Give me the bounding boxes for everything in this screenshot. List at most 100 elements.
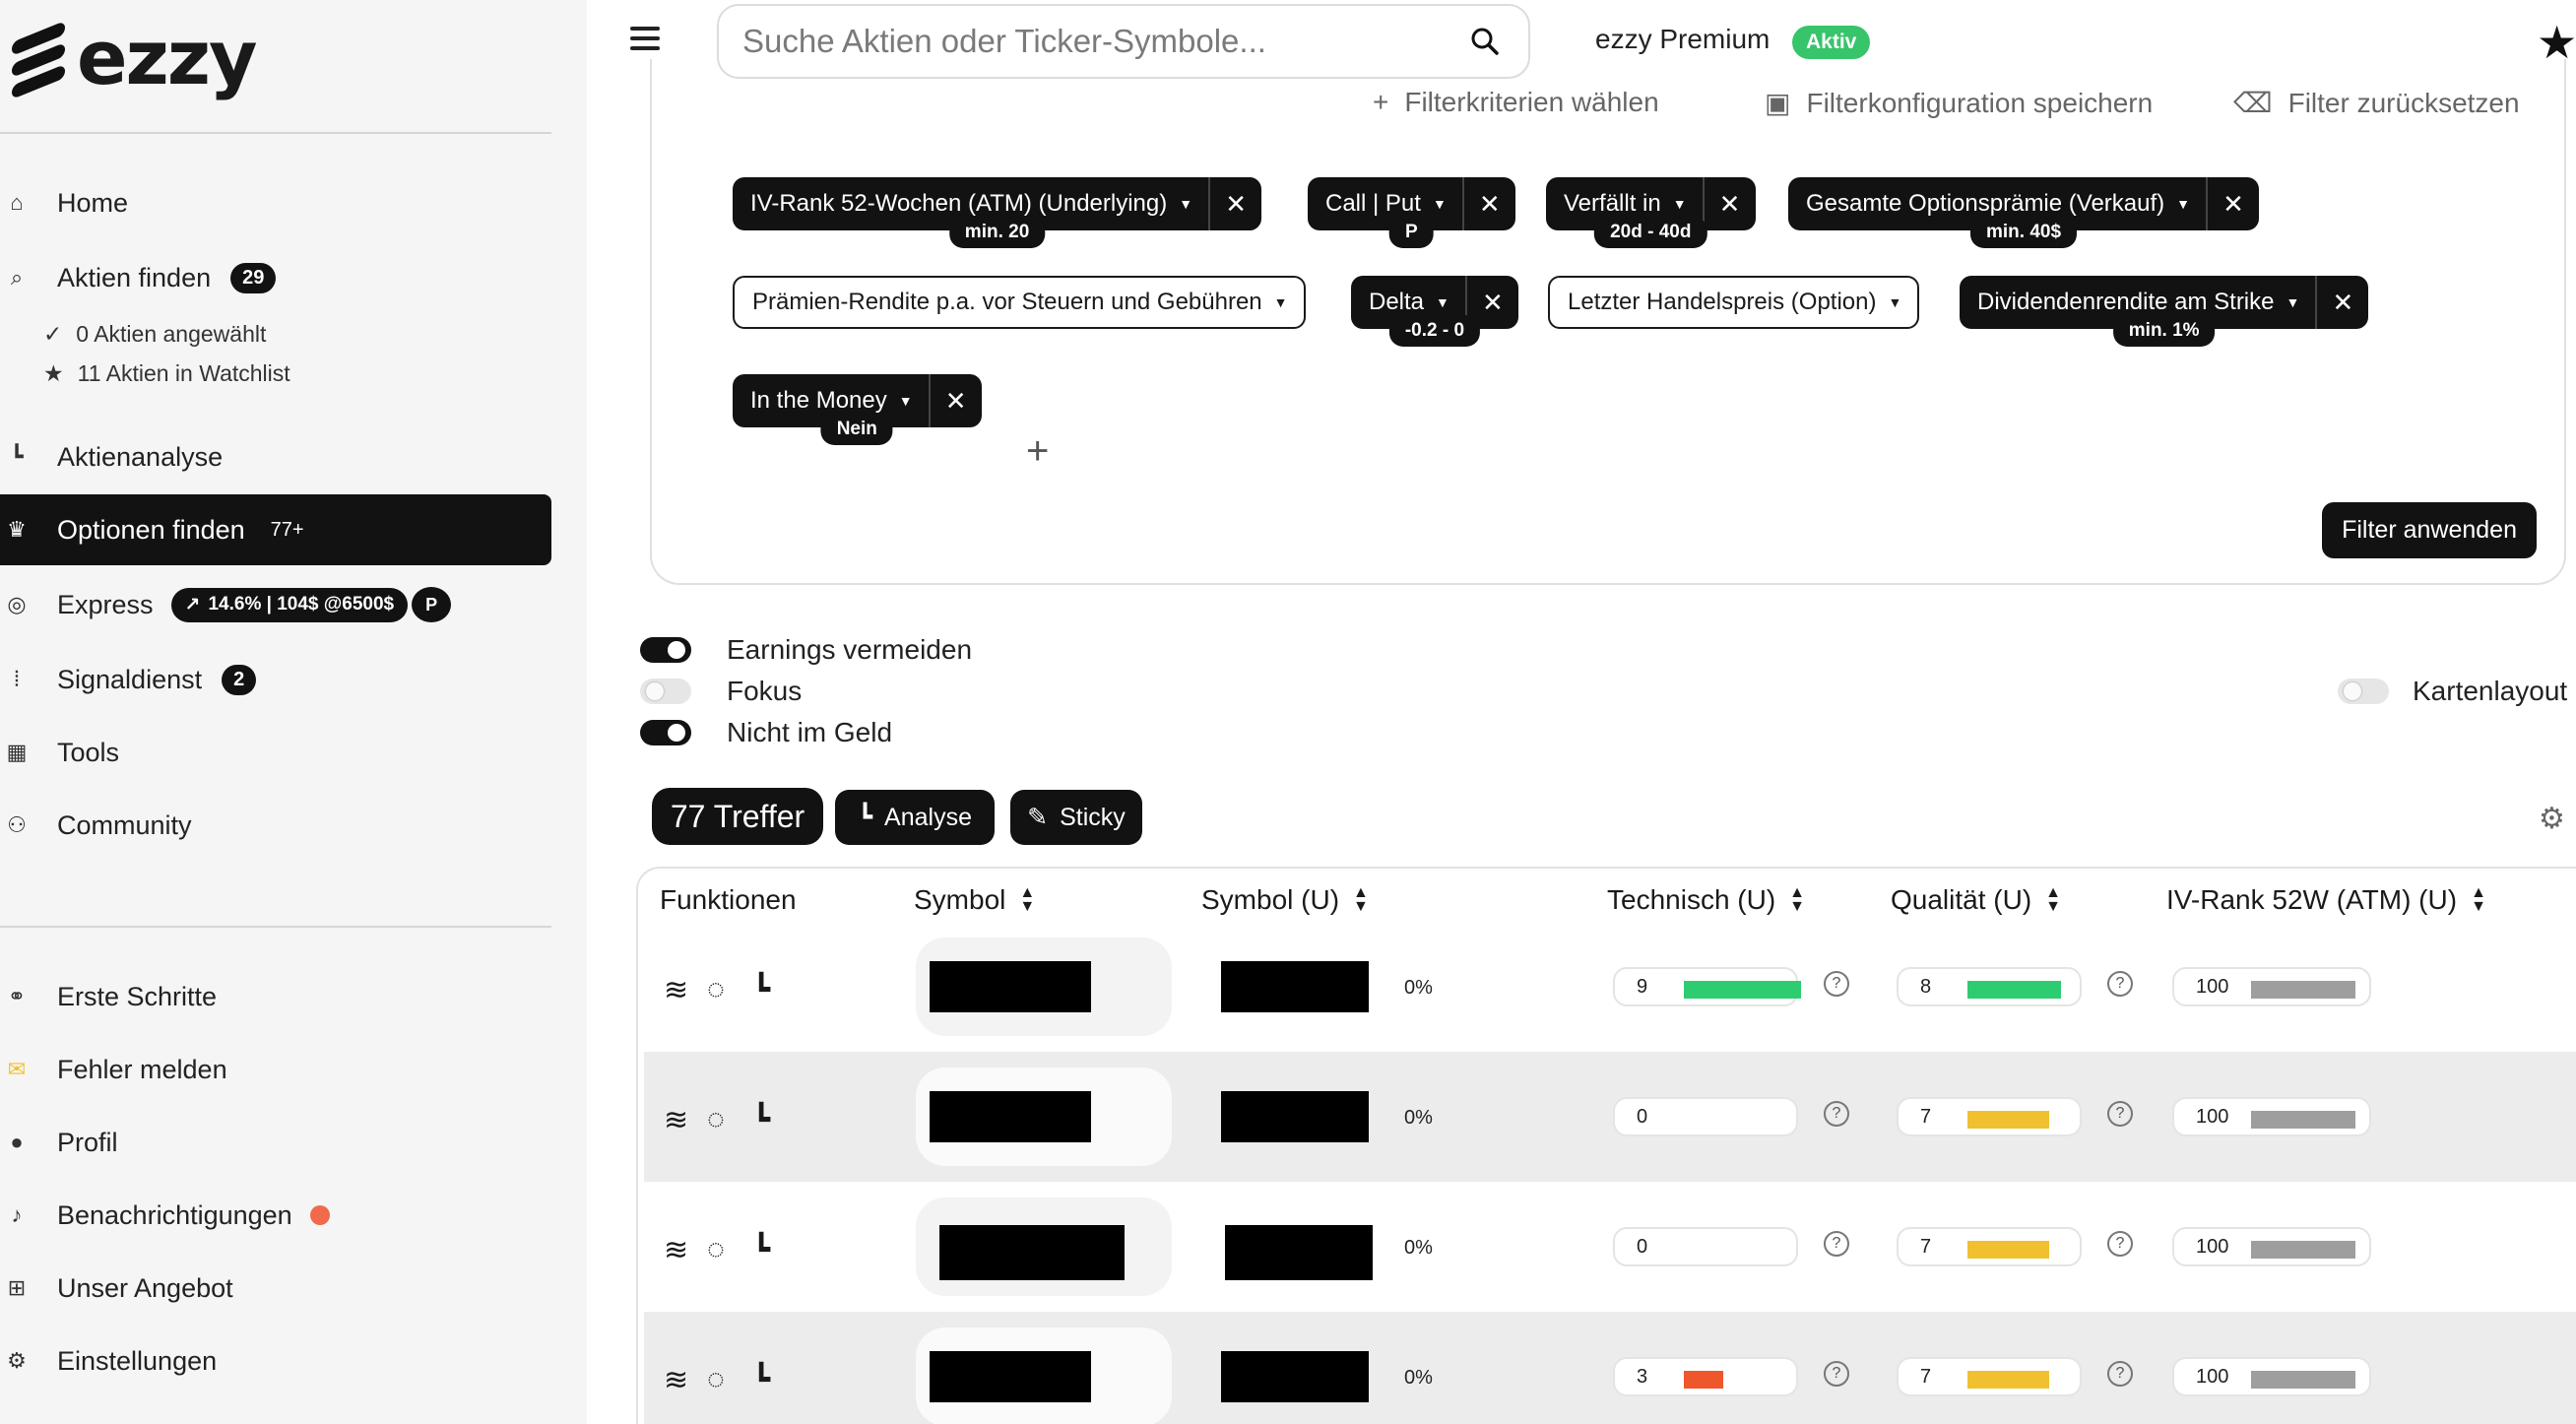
- caret-down-icon[interactable]: ▼: [1179, 196, 1192, 212]
- analyse-button[interactable]: ┗ Analyse: [835, 790, 995, 845]
- refresh-icon[interactable]: ◌: [707, 973, 725, 1006]
- col-symbol-label: Symbol: [914, 884, 1006, 915]
- toggle-switch[interactable]: [640, 679, 691, 704]
- col-ivrank[interactable]: IV-Rank 52W (ATM) (U) ▲ ▼: [2166, 884, 2486, 916]
- sort-icon[interactable]: ▲ ▼: [2045, 884, 2061, 914]
- nav-signaldienst[interactable]: ⦙ Signaldienst 2: [0, 644, 551, 715]
- refresh-icon[interactable]: ◌: [707, 1233, 725, 1266]
- help-icon[interactable]: ?: [1824, 1231, 1849, 1257]
- caret-down-icon[interactable]: ▼: [2286, 294, 2300, 310]
- logo[interactable]: ezzy: [12, 18, 258, 99]
- caret-down-icon[interactable]: ▼: [1274, 294, 1288, 310]
- close-icon[interactable]: ✕: [2315, 276, 2368, 329]
- toggle-switch[interactable]: [2338, 679, 2389, 704]
- table-row[interactable]: ≋ ◌ ┗ 0% 0 ? 7 ? 100: [644, 1182, 2576, 1312]
- col-qualitaet[interactable]: Qualität (U) ▲ ▼: [1891, 884, 2061, 916]
- search-icon[interactable]: [1465, 22, 1505, 61]
- toggle-nicht-im-geld[interactable]: Nicht im Geld: [640, 717, 892, 748]
- caret-down-icon[interactable]: ▼: [899, 393, 913, 409]
- table-settings-gear-icon[interactable]: ⚙: [2539, 802, 2565, 836]
- toggle-label: Nicht im Geld: [727, 717, 893, 747]
- nav-optionen-finden[interactable]: ♛ Optionen finden 77+: [0, 494, 551, 565]
- filter-chip-delta[interactable]: Delta ▼ ✕ -0.2 - 0: [1351, 276, 1518, 347]
- help-icon[interactable]: ?: [1824, 971, 1849, 997]
- results-count-button[interactable]: 77 Treffer: [652, 788, 823, 845]
- nav-benachrichtigungen[interactable]: ♪ Benachrichtigungen: [0, 1180, 551, 1251]
- refresh-icon[interactable]: ◌: [707, 1363, 725, 1396]
- layers-icon[interactable]: ≋: [664, 1103, 688, 1137]
- chart-icon[interactable]: ┗: [752, 1103, 770, 1137]
- chart-icon[interactable]: ┗: [752, 973, 770, 1007]
- chart-icon[interactable]: ┗: [752, 1233, 770, 1267]
- filter-chip-in-the-money[interactable]: In the Money ▼ ✕ Nein: [733, 374, 982, 445]
- sticky-button[interactable]: ✎ Sticky: [1010, 790, 1142, 845]
- sort-icon[interactable]: ▲ ▼: [1353, 884, 1369, 914]
- refresh-icon[interactable]: ◌: [707, 1103, 725, 1136]
- sub-watchlist[interactable]: ★ 11 Aktien in Watchlist: [43, 360, 290, 387]
- nav-profil[interactable]: ● Profil: [0, 1107, 551, 1178]
- reset-filter-button[interactable]: ⌫ Filter zurücksetzen: [2233, 91, 2520, 119]
- layers-icon[interactable]: ≋: [664, 1363, 688, 1397]
- filter-chip-optionspraemie[interactable]: Gesamte Optionsprämie (Verkauf) ▼ ✕ min. 4…: [1788, 177, 2260, 248]
- nav-einstellungen[interactable]: ⚙ Einstellungen: [0, 1326, 551, 1396]
- sub-selected-stocks[interactable]: ✓ 0 Aktien angewählt: [43, 321, 266, 348]
- nav-erste-schritte[interactable]: ⚭ Erste Schritte: [0, 961, 551, 1032]
- toggle-switch[interactable]: [640, 720, 691, 745]
- sort-icon[interactable]: ▲ ▼: [1019, 884, 1035, 914]
- choose-filter-button[interactable]: + Filterkriterien wählen: [1373, 91, 1659, 118]
- caret-down-icon[interactable]: ▼: [1888, 294, 1901, 310]
- add-filter-plus-icon[interactable]: +: [1026, 429, 1049, 474]
- save-filter-button[interactable]: ▣ Filterkonfiguration speichern: [1765, 91, 2153, 119]
- apply-filter-button[interactable]: Filter anwenden: [2322, 502, 2537, 558]
- toggle-kartenlayout[interactable]: Kartenlayout: [2338, 676, 2567, 707]
- nav-tools[interactable]: ▦ Tools: [0, 717, 551, 788]
- help-icon[interactable]: ?: [2107, 1361, 2133, 1387]
- col-symbol[interactable]: Symbol ▲ ▼: [914, 884, 1035, 916]
- close-icon[interactable]: ✕: [1208, 177, 1261, 230]
- technisch-value: 3: [1637, 1365, 1648, 1388]
- close-icon[interactable]: ✕: [928, 374, 982, 427]
- caret-down-icon[interactable]: ▼: [1673, 196, 1687, 212]
- help-icon[interactable]: ?: [1824, 1101, 1849, 1127]
- table-row[interactable]: ≋ ◌ ┗ 0% 9 ? 8 ? 100: [644, 922, 2576, 1052]
- close-icon[interactable]: ✕: [1461, 177, 1515, 230]
- nav-community[interactable]: ⚇ Community: [0, 790, 551, 861]
- menu-icon[interactable]: [630, 24, 660, 53]
- caret-down-icon[interactable]: ▼: [2176, 196, 2190, 212]
- filter-chip-callput[interactable]: Call | Put ▼ ✕ P: [1308, 177, 1515, 248]
- toggle-earnings-vermeiden[interactable]: Earnings vermeiden: [640, 634, 972, 666]
- help-icon[interactable]: ?: [2107, 971, 2133, 997]
- toggle-fokus[interactable]: Fokus: [640, 676, 802, 707]
- nav-home[interactable]: ⌂ Home: [0, 167, 551, 238]
- caret-down-icon[interactable]: ▼: [1436, 294, 1449, 310]
- filter-chip-ivrank[interactable]: IV-Rank 52-Wochen (ATM) (Underlying) ▼ ✕ m…: [733, 177, 1262, 248]
- col-symbol-u[interactable]: Symbol (U) ▲ ▼: [1201, 884, 1369, 916]
- nav-fehler-melden[interactable]: ✉ Fehler melden: [0, 1034, 551, 1105]
- help-icon[interactable]: ?: [2107, 1101, 2133, 1127]
- filter-chip-verfaellt[interactable]: Verfällt in ▼ ✕ 20d - 40d: [1546, 177, 1756, 248]
- chart-icon[interactable]: ┗: [752, 1363, 770, 1397]
- filter-chip-praemienrendite[interactable]: Prämien-Rendite p.a. vor Steuern und Geb…: [733, 276, 1306, 329]
- nav-aktien-finden[interactable]: ⌕ Aktien finden 29: [0, 242, 551, 313]
- table-row[interactable]: ≋ ◌ ┗ 0% 0 ? 7 ? 100: [644, 1052, 2576, 1182]
- sort-icon[interactable]: ▲ ▼: [2471, 884, 2486, 914]
- caret-down-icon[interactable]: ▼: [1433, 196, 1447, 212]
- table-row[interactable]: ≋ ◌ ┗ 0% 3 ? 7 ? 100: [644, 1312, 2576, 1424]
- close-icon[interactable]: ✕: [1702, 177, 1756, 230]
- layers-icon[interactable]: ≋: [664, 973, 688, 1007]
- ivrank-score: 100: [2172, 1097, 2371, 1136]
- filter-chip-dividendenrendite[interactable]: Dividendenrendite am Strike ▼ ✕ min. 1%: [1960, 276, 2369, 347]
- help-icon[interactable]: ?: [2107, 1231, 2133, 1257]
- help-icon[interactable]: ?: [1824, 1361, 1849, 1387]
- nav-aktienanalyse[interactable]: ┗ Aktienanalyse: [0, 421, 551, 492]
- col-technisch[interactable]: Technisch (U) ▲ ▼: [1607, 884, 1805, 916]
- search-input[interactable]: [742, 23, 1465, 60]
- layers-icon[interactable]: ≋: [664, 1233, 688, 1267]
- nav-express[interactable]: ◎ Express ↗ 14.6% | 104$ @6500$ P: [0, 569, 551, 640]
- sidebar-divider-bottom: [0, 926, 551, 928]
- sort-icon[interactable]: ▲ ▼: [1789, 884, 1805, 914]
- close-icon[interactable]: ✕: [2206, 177, 2259, 230]
- toggle-switch[interactable]: [640, 637, 691, 663]
- filter-chip-letzter-handelspreis[interactable]: Letzter Handelspreis (Option) ▼: [1548, 276, 1920, 329]
- nav-unser-angebot[interactable]: ⊞ Unser Angebot: [0, 1253, 551, 1324]
